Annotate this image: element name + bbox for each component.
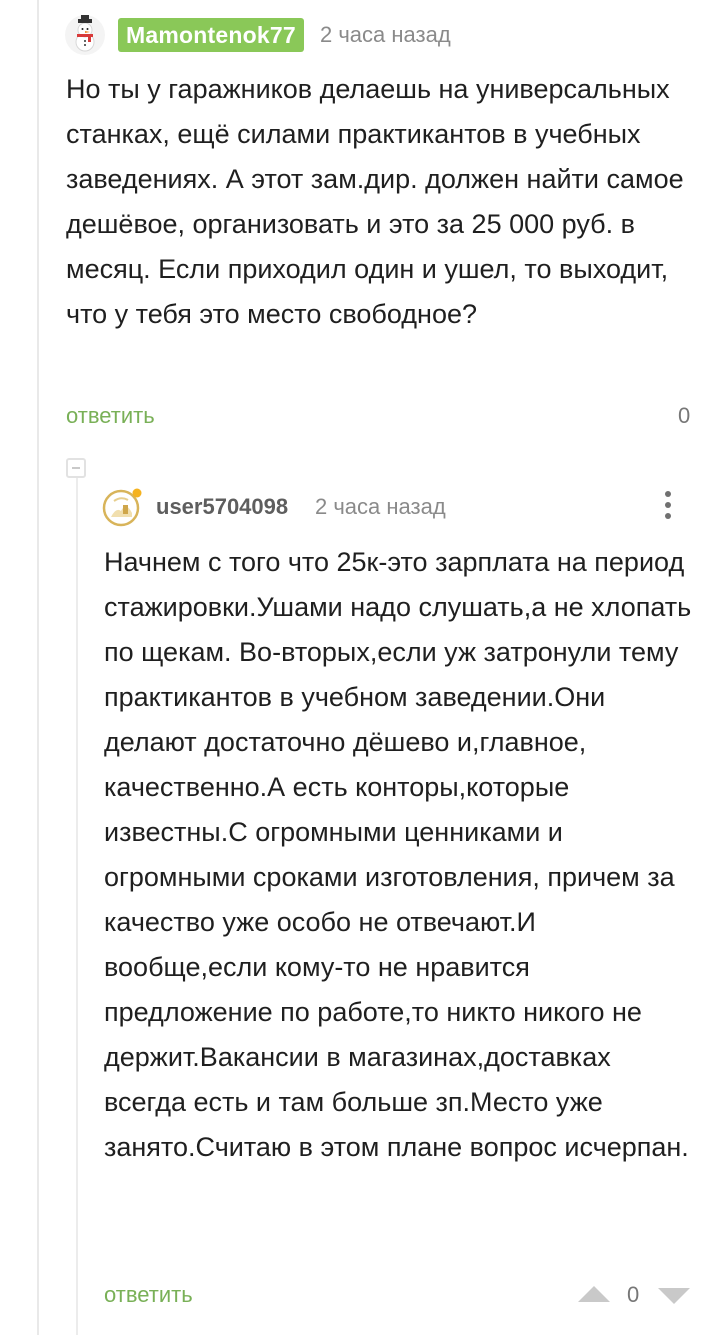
reply-thread-line[interactable] xyxy=(76,478,78,1335)
comment-text: Начнем с того что 25к-это зарплата на пе… xyxy=(104,547,692,1162)
author-badge[interactable]: Mamontenok77 xyxy=(118,18,304,52)
comment-score: 0 xyxy=(627,1282,640,1307)
author-name[interactable]: user5704098 xyxy=(156,494,288,520)
reply-button[interactable]: ответить xyxy=(66,403,155,429)
comment-score: 0 xyxy=(678,403,691,428)
thread-line xyxy=(37,0,39,1335)
snowman-icon[interactable] xyxy=(64,14,106,56)
more-options-icon[interactable] xyxy=(658,486,678,526)
user-avatar-icon[interactable] xyxy=(102,487,142,527)
comment-header: Mamontenok77 2 часа назад xyxy=(64,14,704,56)
reply-button[interactable]: ответить xyxy=(104,1282,193,1308)
comment-text: Но ты у гаражников делаешь на универсаль… xyxy=(66,74,684,329)
comment-header: user5704098 2 часа назад xyxy=(102,486,702,530)
upvote-icon[interactable] xyxy=(576,1284,612,1304)
comment-time: 2 часа назад xyxy=(320,22,451,47)
downvote-icon[interactable] xyxy=(656,1286,692,1306)
comment-time: 2 часа назад xyxy=(315,494,446,519)
collapse-thread-button[interactable] xyxy=(66,458,86,478)
